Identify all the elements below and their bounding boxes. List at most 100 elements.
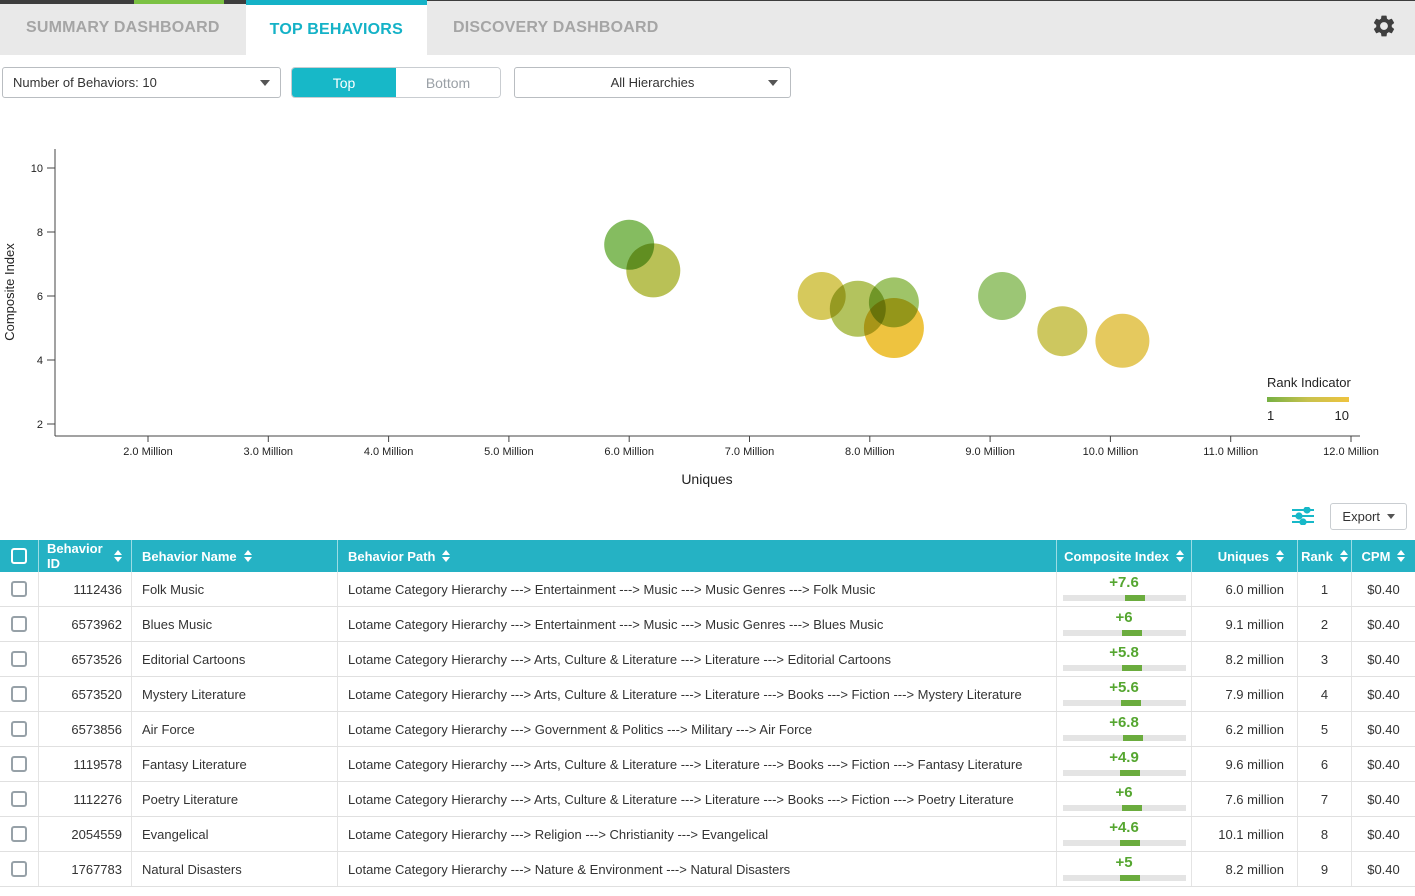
header-behavior-name[interactable]: Behavior Name [132, 540, 338, 572]
composite-index-value: +6 [1115, 783, 1132, 803]
x-tick-label: 5.0 Million [484, 446, 534, 458]
hierarchies-select[interactable]: All Hierarchies [514, 67, 791, 98]
row-checkbox[interactable] [11, 721, 27, 737]
tab-discovery-dashboard[interactable]: DISCOVERY DASHBOARD [427, 0, 685, 55]
header-behavior-id[interactable]: Behavior ID [39, 540, 132, 572]
chart-bubble[interactable] [626, 243, 680, 297]
table-row[interactable]: 1119578Fantasy LiteratureLotame Category… [0, 747, 1415, 782]
table-row[interactable]: 2054559EvangelicalLotame Category Hierar… [0, 817, 1415, 852]
composite-index-value: +5.8 [1109, 643, 1139, 663]
chart-section: 2468102.0 Million3.0 Million4.0 Million5… [0, 124, 1415, 496]
behavior-path-cell: Lotame Category Hierarchy ---> Religion … [338, 817, 1057, 851]
uniques-cell: 7.9 million [1192, 677, 1298, 711]
row-checkbox-cell [0, 852, 39, 886]
row-checkbox[interactable] [11, 651, 27, 667]
header-cpm[interactable]: CPM [1352, 540, 1415, 572]
row-checkbox-cell [0, 747, 39, 781]
chart-bubble[interactable] [1095, 314, 1149, 368]
row-checkbox[interactable] [11, 861, 27, 877]
uniques-cell: 8.2 million [1192, 642, 1298, 676]
y-tick-label: 8 [37, 227, 43, 239]
uniques-cell: 9.1 million [1192, 607, 1298, 641]
behavior-path-cell: Lotame Category Hierarchy ---> Arts, Cul… [338, 642, 1057, 676]
header-uniques[interactable]: Uniques [1192, 540, 1298, 572]
table-row[interactable]: 1112276Poetry LiteratureLotame Category … [0, 782, 1415, 817]
row-checkbox[interactable] [11, 826, 27, 842]
composite-index-bar-track [1063, 630, 1186, 636]
behavior-name-cell: Folk Music [132, 572, 338, 606]
row-checkbox-cell [0, 817, 39, 851]
tab-summary-dashboard[interactable]: SUMMARY DASHBOARD [0, 0, 246, 55]
header-rank[interactable]: Rank [1298, 540, 1352, 572]
row-checkbox-cell [0, 642, 39, 676]
composite-index-cell: +5.6 [1057, 677, 1192, 711]
behavior-path-cell: Lotame Category Hierarchy ---> Governmen… [338, 712, 1057, 746]
rank-cell: 6 [1298, 747, 1352, 781]
composite-index-bar-track [1063, 665, 1186, 671]
table-row[interactable]: 6573526Editorial CartoonsLotame Category… [0, 642, 1415, 677]
table-row[interactable]: 6573856Air ForceLotame Category Hierarch… [0, 712, 1415, 747]
composite-index-value: +5 [1115, 853, 1132, 873]
cpm-cell: $0.40 [1352, 817, 1415, 851]
composite-index-bar-marker [1125, 595, 1145, 601]
uniques-cell: 10.1 million [1192, 817, 1298, 851]
table-header-row: Behavior ID Behavior Name Behavior Path … [0, 540, 1415, 572]
y-axis-title: Composite Index [2, 243, 17, 341]
tab-top-behaviors[interactable]: TOP BEHAVIORS [246, 0, 427, 55]
settings-gear-icon[interactable] [1371, 13, 1397, 39]
y-tick-label: 6 [37, 291, 43, 303]
composite-index-bar-track [1063, 595, 1186, 601]
composite-index-bar-track [1063, 700, 1186, 706]
rank-cell: 8 [1298, 817, 1352, 851]
legend-min-label: 1 [1267, 408, 1274, 423]
sort-icon [1397, 550, 1405, 562]
number-of-behaviors-select[interactable]: Number of Behaviors: 10 [2, 67, 281, 98]
composite-index-cell: +6.8 [1057, 712, 1192, 746]
row-checkbox-cell [0, 782, 39, 816]
column-filter-sliders-icon[interactable] [1292, 507, 1314, 525]
cpm-cell: $0.40 [1352, 642, 1415, 676]
hierarchies-value: All Hierarchies [611, 75, 695, 90]
top-toggle-button[interactable]: Top [292, 68, 396, 97]
cpm-cell: $0.40 [1352, 852, 1415, 886]
behavior-id-cell: 1112436 [39, 572, 132, 606]
chart-bubble[interactable] [798, 272, 846, 320]
chart-bubble[interactable] [864, 298, 924, 358]
composite-index-bar-track [1063, 840, 1186, 846]
behavior-name-cell: Fantasy Literature [132, 747, 338, 781]
rank-cell: 3 [1298, 642, 1352, 676]
behavior-id-cell: 6573962 [39, 607, 132, 641]
uniques-cell: 7.6 million [1192, 782, 1298, 816]
row-checkbox[interactable] [11, 791, 27, 807]
bubble-chart: 2468102.0 Million3.0 Million4.0 Million5… [0, 124, 1415, 496]
row-checkbox[interactable] [11, 581, 27, 597]
y-tick-label: 2 [37, 419, 43, 431]
behavior-name-cell: Air Force [132, 712, 338, 746]
bottom-toggle-button[interactable]: Bottom [396, 68, 500, 97]
behavior-path-cell: Lotame Category Hierarchy ---> Entertain… [338, 607, 1057, 641]
cpm-cell: $0.40 [1352, 712, 1415, 746]
header-composite-index[interactable]: Composite Index [1057, 540, 1192, 572]
table-row[interactable]: 6573962Blues MusicLotame Category Hierar… [0, 607, 1415, 642]
table-row[interactable]: 1767783Natural DisastersLotame Category … [0, 852, 1415, 887]
behaviors-table: Behavior ID Behavior Name Behavior Path … [0, 540, 1415, 887]
composite-index-bar-marker [1120, 770, 1140, 776]
row-checkbox[interactable] [11, 756, 27, 772]
row-checkbox-cell [0, 677, 39, 711]
row-checkbox[interactable] [11, 686, 27, 702]
table-row[interactable]: 6573520Mystery LiteratureLotame Category… [0, 677, 1415, 712]
rank-cell: 4 [1298, 677, 1352, 711]
summary-tab-green-indicator [134, 0, 224, 4]
behavior-path-cell: Lotame Category Hierarchy ---> Arts, Cul… [338, 782, 1057, 816]
rank-cell: 7 [1298, 782, 1352, 816]
table-row[interactable]: 1112436Folk MusicLotame Category Hierarc… [0, 572, 1415, 607]
chart-bubble[interactable] [978, 272, 1026, 320]
chart-bubble[interactable] [1037, 306, 1087, 356]
select-all-checkbox[interactable] [11, 548, 27, 564]
composite-index-value: +4.6 [1109, 818, 1139, 838]
tab-bar: SUMMARY DASHBOARD TOP BEHAVIORS DISCOVER… [0, 0, 1415, 55]
header-behavior-path[interactable]: Behavior Path [338, 540, 1057, 572]
chevron-down-icon [768, 80, 778, 86]
row-checkbox[interactable] [11, 616, 27, 632]
export-button[interactable]: Export [1330, 503, 1407, 530]
